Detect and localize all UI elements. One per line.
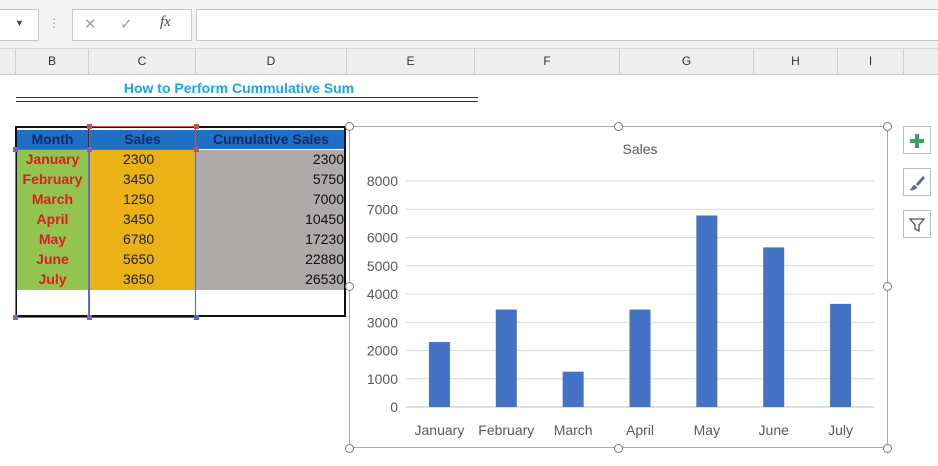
y-tick-label: 7000 [367,201,398,217]
bar-march[interactable] [562,371,584,407]
bar-february[interactable] [495,309,517,407]
y-tick-label: 3000 [367,314,398,330]
x-tick-label: January [415,422,465,438]
x-tick-label: April [626,422,654,438]
chart-elements-button[interactable] [903,126,931,154]
filter-icon [908,217,926,232]
chevron-down-icon[interactable]: ▼ [15,18,24,28]
y-tick-label: 5000 [367,258,398,274]
chart-resize-handle[interactable] [345,282,354,291]
title-underline [16,101,478,102]
selection-outline-sales [89,149,196,318]
chart-resize-handle[interactable] [883,444,892,453]
x-tick-label: July [828,422,853,438]
x-tick-label: May [694,422,720,438]
column-header-g[interactable]: G [620,49,754,74]
chart-filters-button[interactable] [903,210,931,238]
selection-handle[interactable] [87,147,92,152]
y-tick-label: 2000 [367,343,398,359]
cancel-icon[interactable]: ✕ [84,15,97,33]
bar-june[interactable] [763,247,785,407]
selection-outline-month [15,149,89,318]
bar-january[interactable] [428,342,450,407]
selection-handle[interactable] [194,315,199,320]
chart-resize-handle[interactable] [345,122,354,131]
brush-icon [909,175,925,190]
x-tick-label: June [759,422,790,438]
selection-handle[interactable] [87,315,92,320]
sales-chart[interactable]: Sales 0 1000 2000 3000 4000 5000 6000 7000 8000 Ja… [349,126,888,448]
column-header-h[interactable]: H [754,49,838,74]
bar-april[interactable] [629,309,651,407]
y-tick-label: 8000 [367,173,398,189]
column-header-d[interactable]: D [196,49,347,74]
y-tick-label: 1000 [367,371,398,387]
selection-outline-header [89,126,196,150]
bar-july[interactable] [830,303,852,407]
chart-resize-handle[interactable] [883,122,892,131]
chart-resize-handle[interactable] [345,444,354,453]
select-all-corner[interactable] [0,49,16,74]
y-tick-label: 0 [390,399,398,415]
formula-input[interactable] [196,9,938,41]
chart-resize-handle[interactable] [614,444,623,453]
selection-handle[interactable] [194,124,199,129]
plus-icon [910,133,924,148]
formula-bar-grip-icon[interactable]: ⋮ [48,16,60,30]
column-header-e[interactable]: E [347,49,475,74]
selection-handle[interactable] [13,315,18,320]
selection-handle[interactable] [13,147,18,152]
bar-may[interactable] [696,215,718,407]
chart-title[interactable]: Sales [622,141,657,157]
x-tick-label: February [478,422,534,438]
chart-styles-button[interactable] [903,168,931,196]
enter-icon[interactable]: ✓ [120,15,133,33]
y-tick-label: 4000 [367,286,398,302]
chart-resize-handle[interactable] [614,122,623,131]
sheet-title[interactable]: How to Perform Cummulative Sum [0,80,478,96]
chart-resize-handle[interactable] [883,282,892,291]
title-underline [16,97,478,98]
selection-handle[interactable] [194,147,199,152]
x-tick-label: March [554,422,593,438]
y-tick-label: 6000 [367,230,398,246]
column-header-f[interactable]: F [475,49,620,74]
column-header-c[interactable]: C [89,49,196,74]
insert-function-icon[interactable]: fx [160,14,171,31]
column-header-i[interactable]: I [838,49,904,74]
column-header-b[interactable]: B [16,49,89,74]
column-header-row: B C D E F G H I [0,49,938,75]
selection-handle[interactable] [87,124,92,129]
